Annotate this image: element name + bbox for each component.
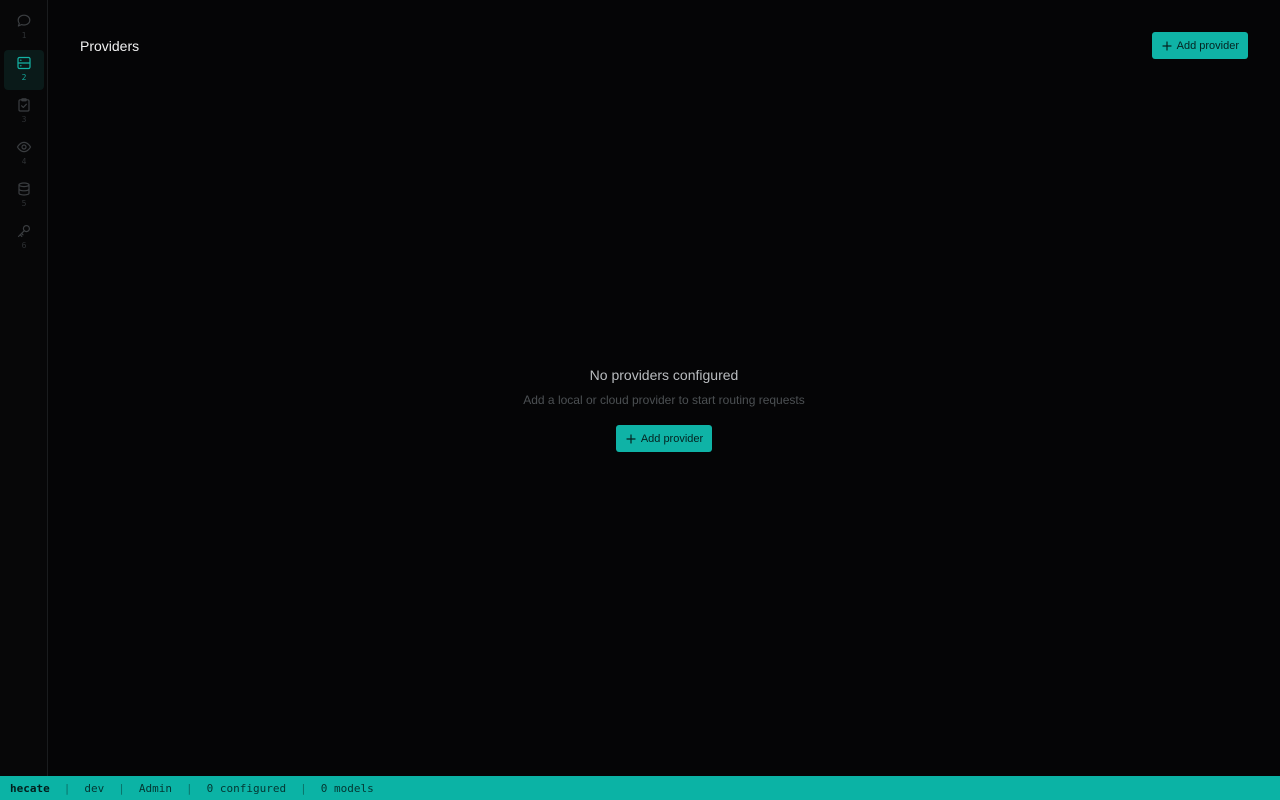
status-separator: |	[118, 781, 125, 795]
empty-state-subtitle: Add a local or cloud provider to start r…	[523, 393, 805, 407]
sidebar-item-number: 6	[21, 241, 27, 250]
status-separator: |	[186, 781, 193, 795]
sidebar-item-number: 5	[21, 199, 27, 208]
empty-state-title: No providers configured	[589, 367, 739, 383]
clipboard-check-icon	[18, 98, 30, 112]
empty-state-add-provider-button[interactable]: Add provider	[615, 425, 713, 452]
status-separator: |	[63, 781, 71, 795]
page-header: Providers Add provider	[80, 32, 1248, 59]
sidebar-item-storage[interactable]: 5	[4, 176, 44, 216]
sidebar-item-number: 3	[21, 115, 27, 124]
chat-bubble-icon	[17, 14, 31, 27]
key-icon	[17, 224, 30, 238]
status-app-name: hecate	[10, 781, 50, 795]
page-title: Providers	[80, 37, 140, 54]
eye-icon	[16, 141, 32, 153]
sidebar-item-number: 4	[21, 157, 27, 166]
app-root: 1 2 3 4 5 6 Providers Add provider No pr…	[0, 0, 1280, 800]
status-user: Admin	[138, 781, 172, 795]
sidebar: 1 2 3 4 5 6	[0, 0, 48, 776]
status-models-count: 0 models	[320, 781, 374, 795]
plus-icon	[626, 433, 636, 444]
empty-state-add-provider-label: Add provider	[640, 432, 704, 445]
status-separator: |	[300, 781, 307, 795]
empty-state: No providers configured Add a local or c…	[48, 366, 1280, 452]
add-provider-button[interactable]: Add provider	[1151, 32, 1248, 59]
server-icon	[17, 56, 31, 70]
sidebar-item-keys[interactable]: 6	[4, 218, 44, 258]
sidebar-item-number: 2	[21, 73, 27, 82]
main-content: Providers Add provider No providers conf…	[48, 0, 1280, 776]
sidebar-item-tasks[interactable]: 3	[4, 92, 44, 132]
add-provider-button-label: Add provider	[1176, 39, 1239, 52]
sidebar-item-providers[interactable]: 2	[4, 50, 44, 90]
status-env: dev	[84, 781, 105, 795]
database-icon	[18, 182, 30, 196]
status-configured-count: 0 configured	[206, 781, 287, 795]
sidebar-item-number: 1	[21, 31, 27, 40]
plus-icon	[1162, 40, 1172, 51]
status-bar: hecate | dev | Admin | 0 configured | 0 …	[0, 776, 1280, 800]
sidebar-item-observe[interactable]: 4	[4, 134, 44, 174]
sidebar-item-chat[interactable]: 1	[4, 8, 44, 48]
